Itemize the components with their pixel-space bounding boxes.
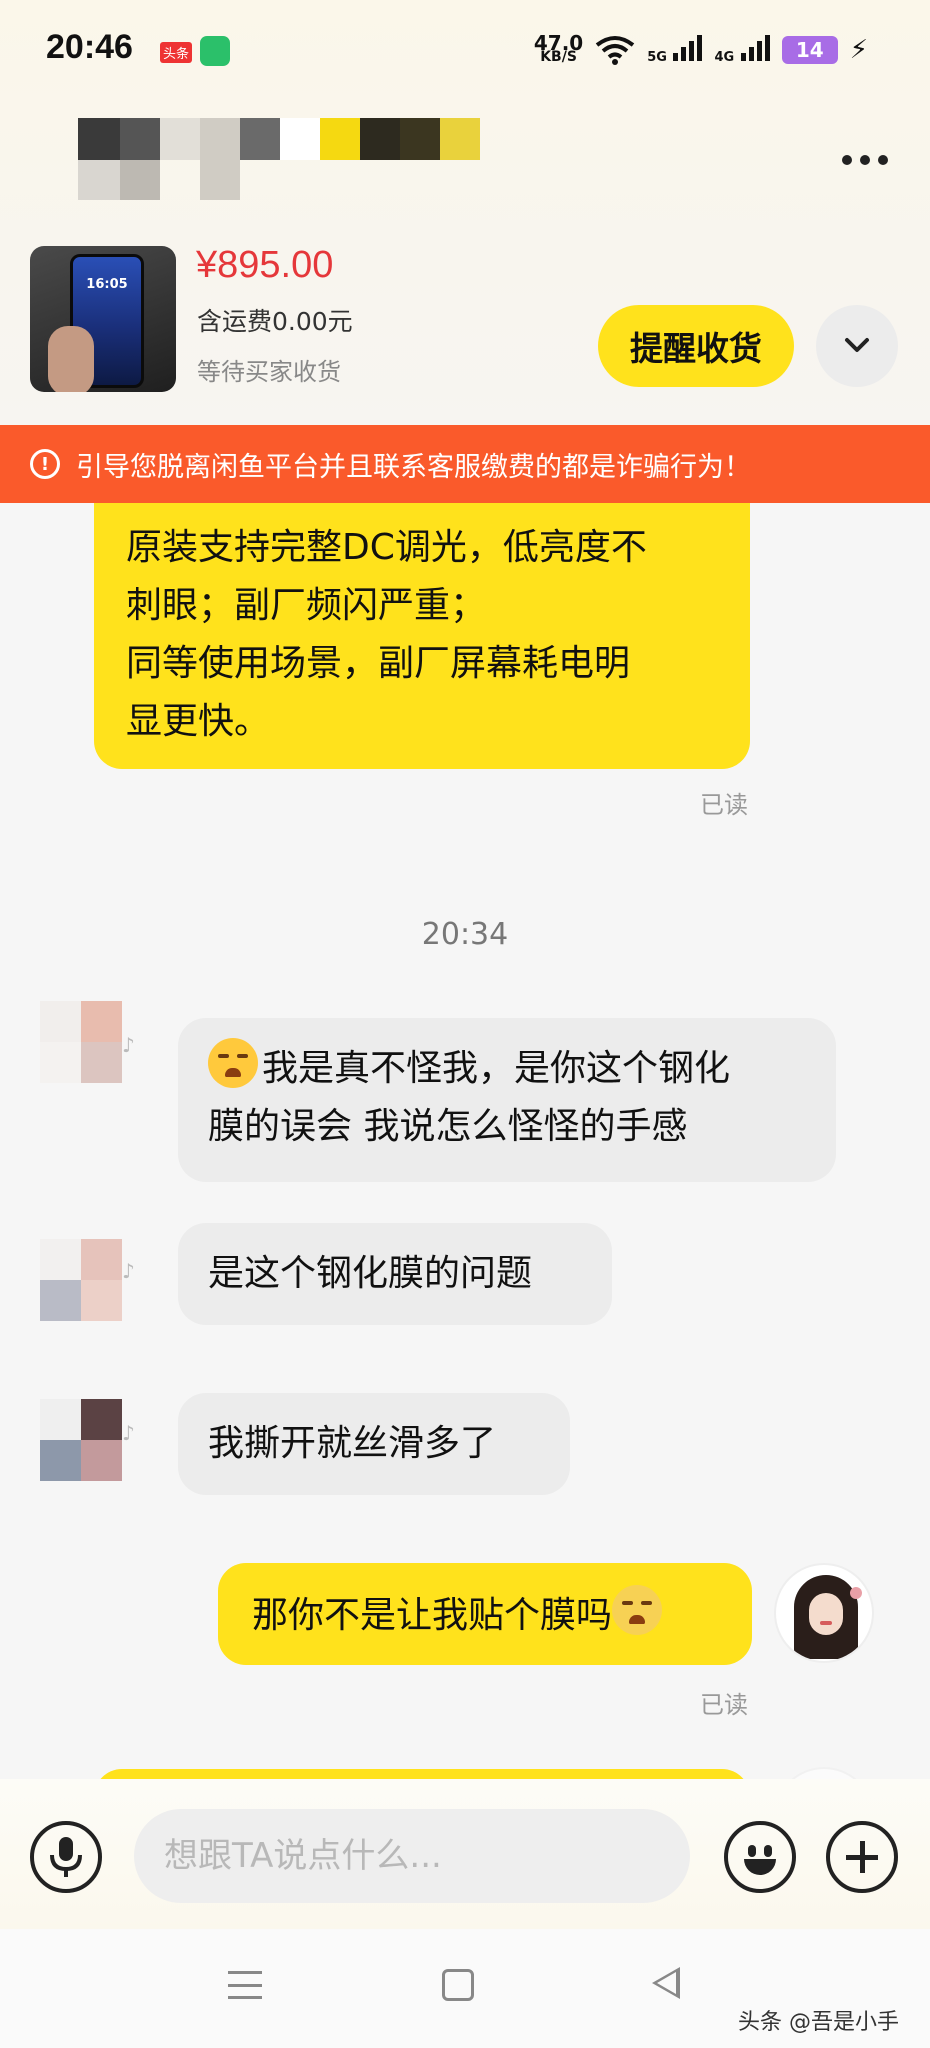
signal-4g-icon: 4G (714, 35, 770, 65)
message-line: 那你不是让我贴个膜吗 (252, 1595, 613, 1636)
input-bar (0, 1779, 930, 1929)
peer-avatar[interactable] (40, 1239, 122, 1321)
fraud-warning-banner: ! 引导您脱离闲鱼平台并且联系客服缴费的都是诈骗行为！ (0, 425, 930, 503)
message-line: 原装支持完整DC调光，低亮度不 (126, 527, 647, 568)
expand-button[interactable] (816, 305, 898, 387)
net-speed: 47.0 KB/S (533, 31, 584, 65)
crying-face-emoji (208, 1038, 258, 1088)
message-bubble-mine[interactable]: 原装支持完整DC调光，低亮度不 刺眼；副厂频闪严重； 同等使用场景，副厂屏幕耗电… (94, 503, 750, 769)
toutiao-badge: 头条 (160, 42, 193, 63)
more-button[interactable] (830, 140, 900, 180)
charging-bolt-icon: ⚡ (849, 35, 868, 65)
microphone-button[interactable] (30, 1821, 102, 1893)
sound-wave-icon: ♪ (122, 1033, 135, 1057)
time-divider: 20:34 (421, 917, 509, 952)
home-square-icon[interactable] (442, 1969, 474, 2001)
emoji-button[interactable] (724, 1821, 796, 1893)
peer-name-mosaic (78, 118, 488, 200)
wifi-icon (596, 36, 635, 65)
message-line: 我撕开就丝滑多了 (208, 1423, 497, 1464)
alert-circle-icon: ! (30, 449, 60, 479)
product-thumbnail[interactable]: 16:05 (30, 246, 176, 392)
thumb-time: 16:05 (86, 277, 128, 292)
message-bubble-theirs[interactable]: 我是真不怪我，是你这个钢化 膜的误会 我说怎么怪怪的手感 (178, 1018, 836, 1182)
message-bubble-theirs[interactable]: 我撕开就丝滑多了 (178, 1393, 570, 1495)
message-line: 膜的误会 我说怎么怪怪的手感 (208, 1106, 688, 1147)
message-line: 我是真不怪我，是你这个钢化 (262, 1048, 731, 1089)
status-bar: 20:46 头条 47.0 KB/S 5G 4G 14 ⚡ (0, 0, 930, 100)
sound-wave-icon: ♪ (122, 1421, 135, 1445)
menu-icon[interactable] (228, 1971, 262, 1999)
peer-avatar[interactable] (40, 1399, 122, 1481)
signal-5g-label: 5G (647, 50, 667, 65)
plus-button[interactable] (826, 1821, 898, 1893)
message-bubble-theirs[interactable]: 是这个钢化膜的问题 (178, 1223, 612, 1325)
sad-face-emoji (612, 1585, 663, 1635)
signal-5g-icon: 5G (647, 35, 703, 65)
more-horizontal-icon (842, 155, 852, 165)
message-bubble-mine[interactable]: 那你不是让我贴个膜吗 (218, 1563, 752, 1665)
read-receipt: 已读 (700, 791, 748, 819)
smiley-icon (748, 1845, 756, 1857)
message-line: 同等使用场景，副厂屏幕耗电明 (126, 643, 631, 684)
status-right: 47.0 KB/S 5G 4G 14 ⚡ (534, 30, 868, 70)
my-avatar-partial (774, 1767, 874, 1779)
watermark: 头条 @吾是小手 (738, 2010, 899, 2035)
warning-text: 引导您脱离闲鱼平台并且联系客服缴费的都是诈骗行为！ (76, 451, 751, 483)
message-line: 显更快。 (126, 701, 271, 742)
remind-receipt-button[interactable]: 提醒收货 (598, 305, 794, 387)
status-time: 20:46 (46, 28, 133, 66)
net-speed-unit: KB/S (540, 49, 577, 65)
message-input[interactable] (134, 1809, 690, 1903)
order-status: 等待买家收货 (197, 358, 341, 386)
chevron-down-icon (845, 338, 869, 352)
message-bubble-mine-partial[interactable] (94, 1769, 750, 1779)
read-receipt: 已读 (700, 1691, 748, 1719)
battery-icon: 14 (781, 36, 838, 64)
sound-wave-icon: ♪ (122, 1259, 135, 1283)
back-triangle-icon[interactable] (652, 1967, 680, 1999)
net-speed-value: 47.0 (533, 31, 584, 55)
microphone-icon (50, 1837, 82, 1877)
product-price: ¥895.00 (196, 244, 334, 286)
peer-avatar[interactable] (40, 1001, 122, 1083)
message-line: 刺眼；副厂频闪严重； (126, 585, 487, 626)
shipping-fee: 含运费0.00元 (197, 307, 353, 336)
message-line: 是这个钢化膜的问题 (208, 1253, 533, 1294)
chat-area[interactable]: 原装支持完整DC调光，低亮度不 刺眼；副厂频闪严重； 同等使用场景，副厂屏幕耗电… (0, 503, 930, 1779)
battery-app-icon (200, 36, 230, 66)
signal-4g-label: 4G (714, 50, 735, 65)
my-avatar[interactable] (774, 1563, 874, 1663)
